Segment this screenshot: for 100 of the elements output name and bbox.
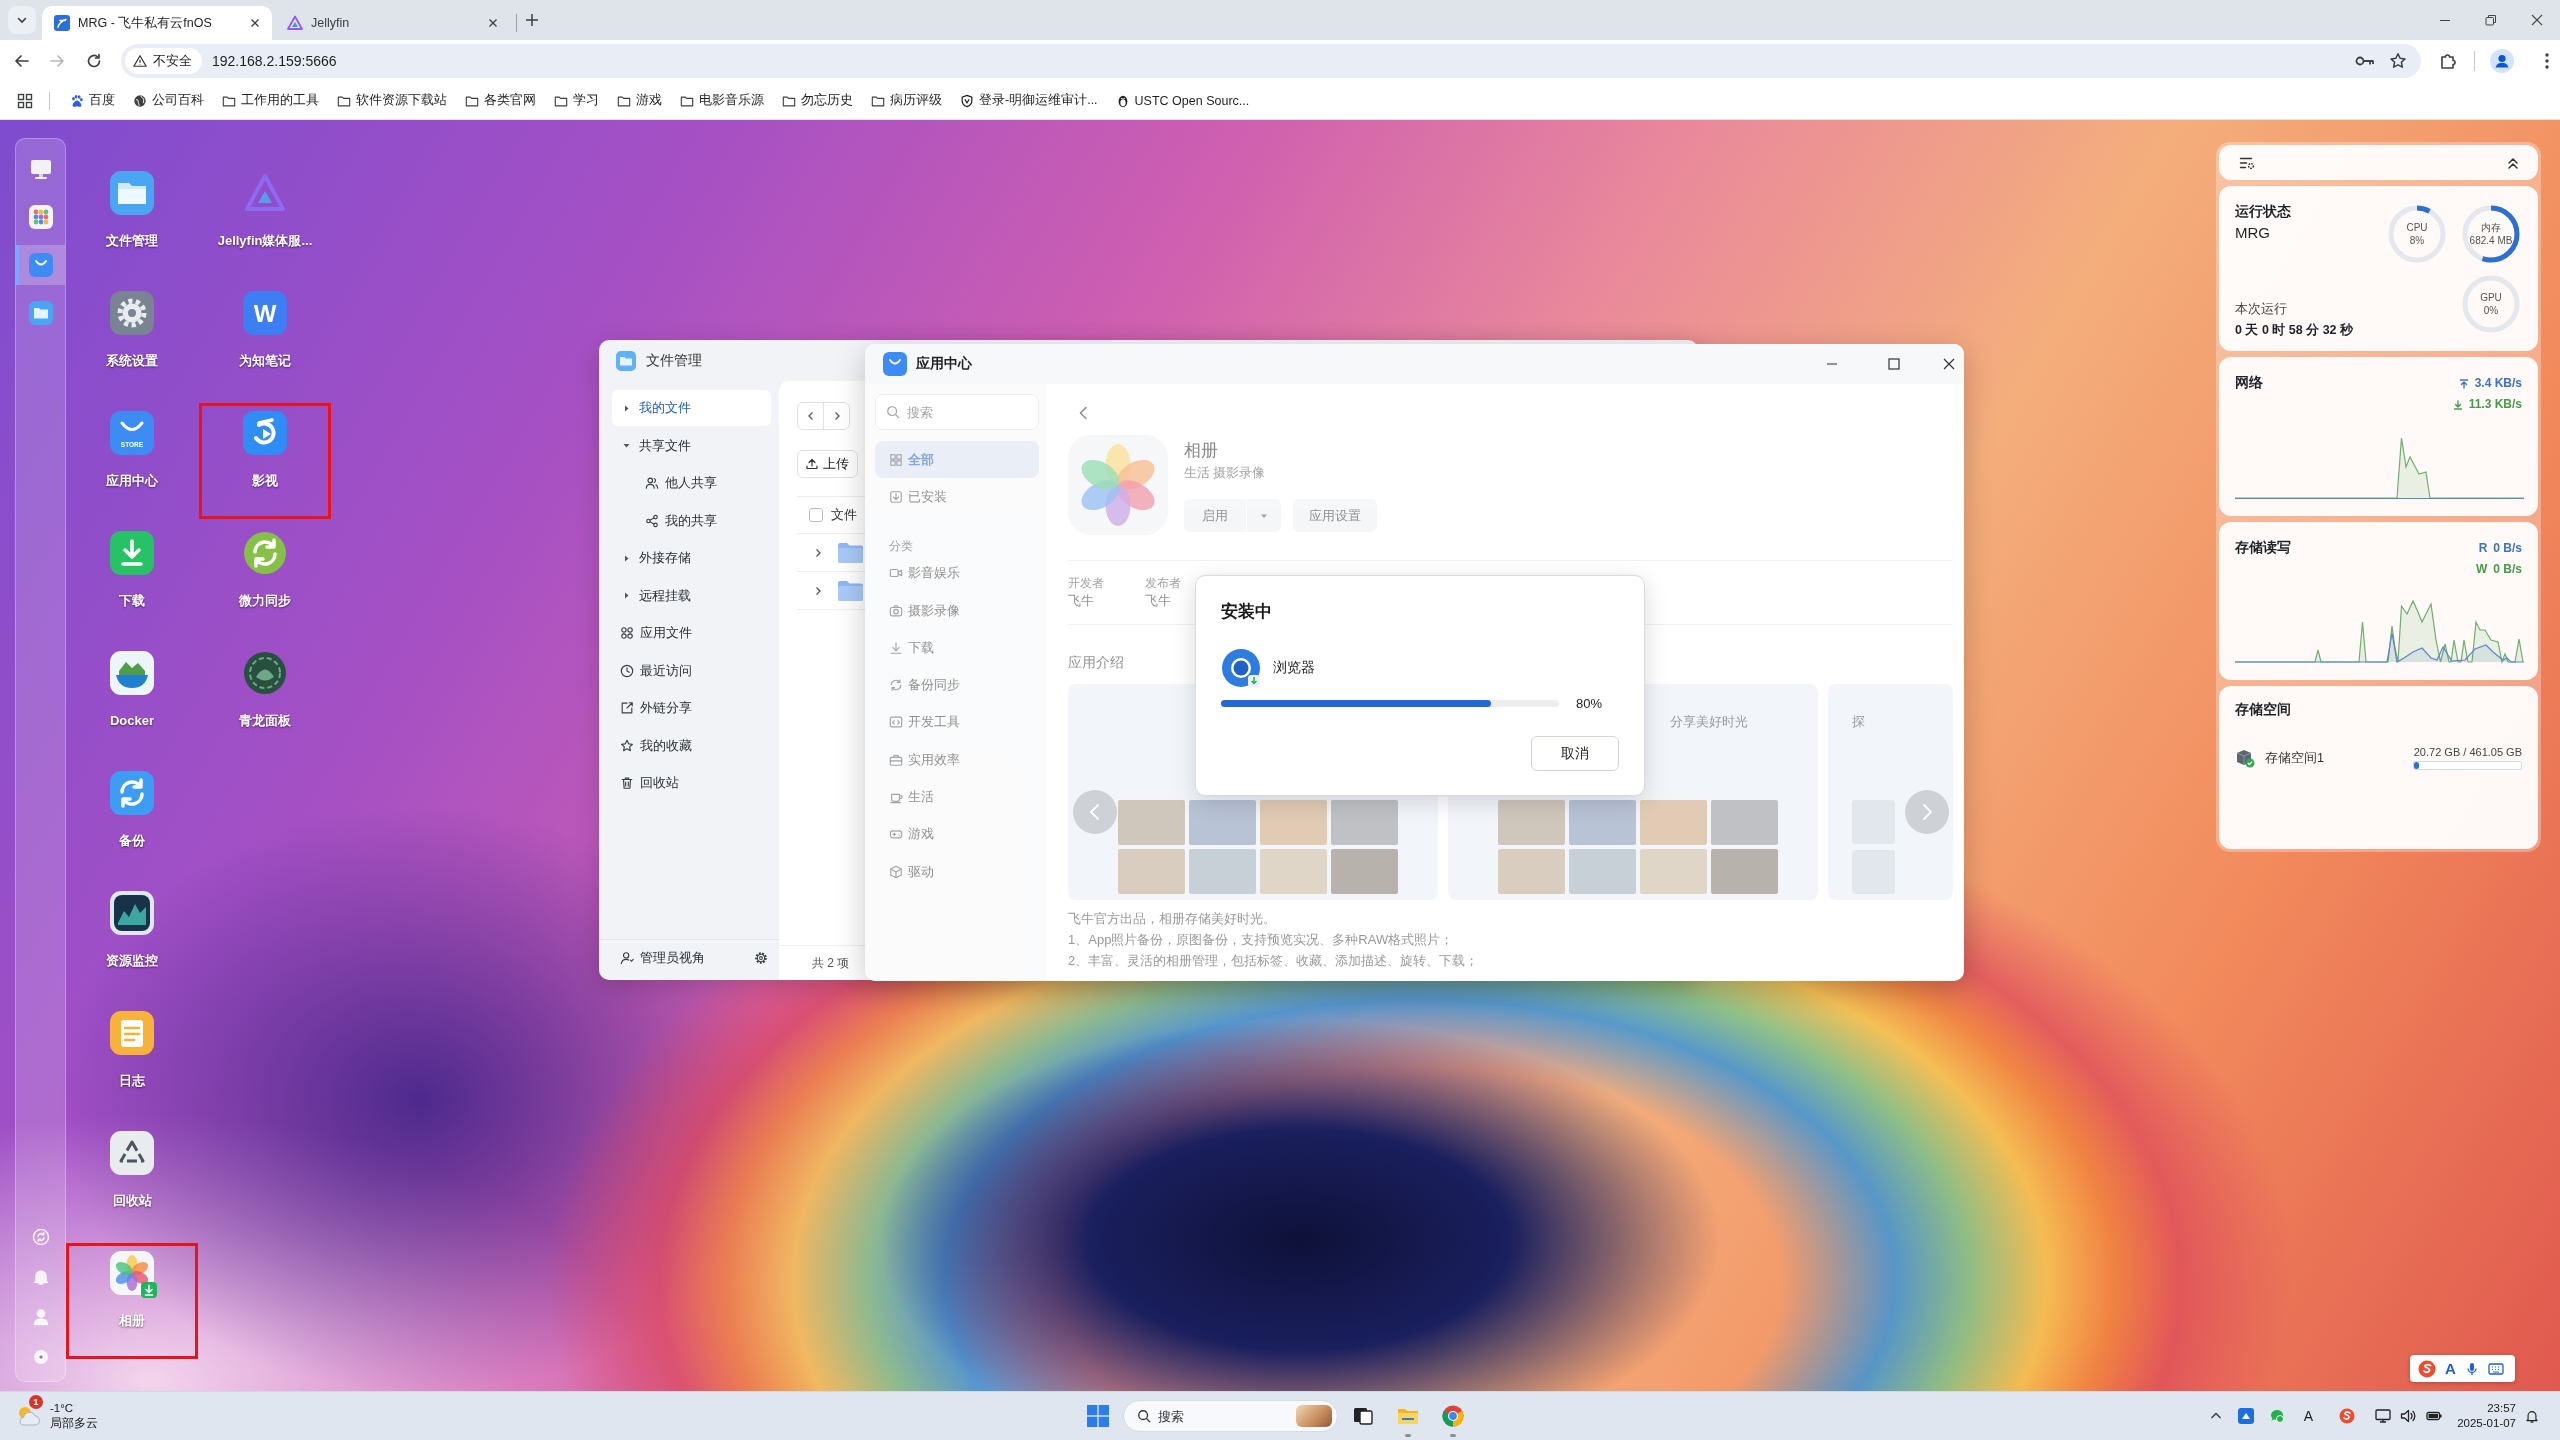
people-icon [645,476,659,490]
close-icon[interactable] [1943,358,1955,370]
reload-icon[interactable] [85,52,103,70]
sidebar-item[interactable]: 外接存储 [612,540,771,576]
admin-view-button[interactable]: 管理员视角 [620,949,705,967]
folder-icon [617,93,631,108]
sidebar-item[interactable]: 共享文件 [612,427,771,464]
upload-speed: 3.4 KB/s [2474,375,2522,392]
grid-icon [889,452,903,467]
bookmark[interactable]: 病历评级 [863,86,950,115]
desktop-shortcut[interactable]: 微力同步 [199,523,331,639]
search-icon [1137,1409,1151,1423]
puzzle-icon[interactable] [2439,52,2457,70]
close-icon[interactable] [2531,14,2543,26]
bookmark[interactable]: 学习 [546,86,607,115]
desktop-shortcut[interactable]: 系统设置 [66,283,198,399]
window-stack-icon[interactable] [1352,1405,1374,1427]
apps-grid-icon[interactable] [17,92,33,109]
search-field[interactable]: 搜索 [875,394,1039,430]
segmented-circle-icon[interactable] [1442,1405,1464,1427]
bookmark[interactable]: 游戏 [609,86,670,115]
desktop-shortcut[interactable]: 下载 [66,523,198,639]
desktop-shortcut[interactable]: 青龙面板 [199,643,331,759]
desktop-shortcut[interactable]: W 为知笔记 [199,283,331,399]
caret-right-icon[interactable] [813,547,823,558]
gauge-value: 0% [2483,304,2499,317]
desktop-shortcut[interactable]: 日志 [66,1003,198,1119]
clock-time[interactable]: 23:57 [2487,1401,2516,1416]
highlight-image-placeholder[interactable] [1296,1405,1332,1427]
weather-condition[interactable]: 局部多云 [50,1416,98,1431]
sidebar-item[interactable]: 他人共享 [612,465,771,501]
new-tab-icon[interactable] [525,13,539,27]
more-options-icon[interactable] [2544,52,2550,70]
input-mode-indicator[interactable]: A [2303,1408,2314,1424]
address-bar[interactable]: 不安全 192.168.2.159:5666 [121,44,2421,78]
bookmark[interactable]: 百度 [62,86,123,115]
sidebar-item[interactable]: 外链分享 [612,690,771,726]
folder-icon [465,93,479,108]
sidebar-item[interactable]: 应用文件 [612,615,771,651]
column-header[interactable]: 文件 [831,506,857,524]
bookmark[interactable]: 各类官网 [457,86,544,115]
keyboard-icon[interactable] [2487,1360,2504,1377]
restore-icon[interactable] [2485,14,2497,26]
bookmark[interactable]: 公司百科 [125,86,212,115]
shield-icon [960,93,974,108]
dialog-title: 安装中 [1221,601,1272,623]
bookmark[interactable]: 电影音乐源 [672,86,772,115]
desktop-shortcut[interactable]: Docker [66,643,198,759]
weather-temperature[interactable]: -1°C [50,1401,74,1416]
settings-icon[interactable] [754,951,768,965]
close-icon[interactable] [250,18,260,28]
description-line: 飞牛官方出品，相册存储美好时光。 [1068,910,1276,928]
code-icon [889,715,903,730]
caret-right-icon[interactable] [813,585,823,596]
clock-date[interactable]: 2025-01-07 [2457,1416,2516,1431]
avatar-icon[interactable] [2490,49,2514,73]
sidebar-item[interactable]: 我的文件 [612,390,771,426]
key-icon[interactable] [2355,54,2375,68]
upload-button[interactable]: 上传 [797,450,858,478]
share-out-icon [620,701,634,715]
tab-list-button[interactable] [8,6,36,34]
desktop-shortcut[interactable]: Jellyfin媒体服... [199,163,331,279]
desktop-shortcut[interactable]: 文件管理 [66,163,198,279]
bookmark[interactable]: 登录-明御运维审计... [952,86,1106,115]
input-mode-label[interactable]: A [2445,1359,2456,1378]
bookmark[interactable]: 勿忘历史 [774,86,861,115]
bell-icon[interactable] [2525,1409,2539,1423]
upload-icon [806,458,818,470]
desktop-shortcut[interactable]: 影视 [199,403,331,519]
briefcase-icon [889,752,903,767]
desktop-shortcut[interactable]: 资源监控 [66,883,198,999]
star-icon[interactable] [2389,52,2407,70]
sync-icon [889,678,903,693]
sidebar-item[interactable]: 我的共享 [612,502,771,539]
close-icon[interactable] [488,18,498,28]
sidebar-item[interactable]: 最近访问 [612,652,771,689]
cancel-button[interactable]: 取消 [1531,736,1619,771]
back-arrow-icon[interactable] [13,52,31,70]
sidebar-item[interactable]: 我的收藏 [612,727,771,764]
desktop-shortcut[interactable]: 备份 [66,763,198,879]
bookmark[interactable]: USTC Open Sourc... [1107,86,1258,115]
folder-icon [337,93,351,108]
bookmark[interactable]: 软件资源下载站 [329,86,455,115]
double-chevron-up-icon[interactable] [2506,155,2520,170]
triangle-tile-icon[interactable] [2237,1408,2254,1424]
uptime-label: 本次运行 [2235,301,2288,318]
select-all-checkbox[interactable] [809,508,823,522]
browser-tab[interactable]: MRG - 飞牛私有云fnOS [42,6,272,40]
speaker-icon[interactable] [2400,1408,2417,1424]
sidebar-item[interactable]: 远程挂载 [612,577,771,614]
trash-icon [620,776,634,790]
display-icon[interactable] [2375,1408,2392,1424]
security-chip[interactable]: 不安全 [125,48,202,74]
swirl-logo-icon[interactable] [2418,1359,2436,1378]
browser-tab[interactable]: Jellyfin [275,6,510,40]
user-check-icon [620,951,634,965]
bookmark[interactable]: 工作用的工具 [214,86,327,115]
maximize-icon[interactable] [1888,358,1900,370]
sidebar-item[interactable]: 回收站 [612,765,771,801]
swirl-logo-icon[interactable] [2339,1408,2356,1424]
